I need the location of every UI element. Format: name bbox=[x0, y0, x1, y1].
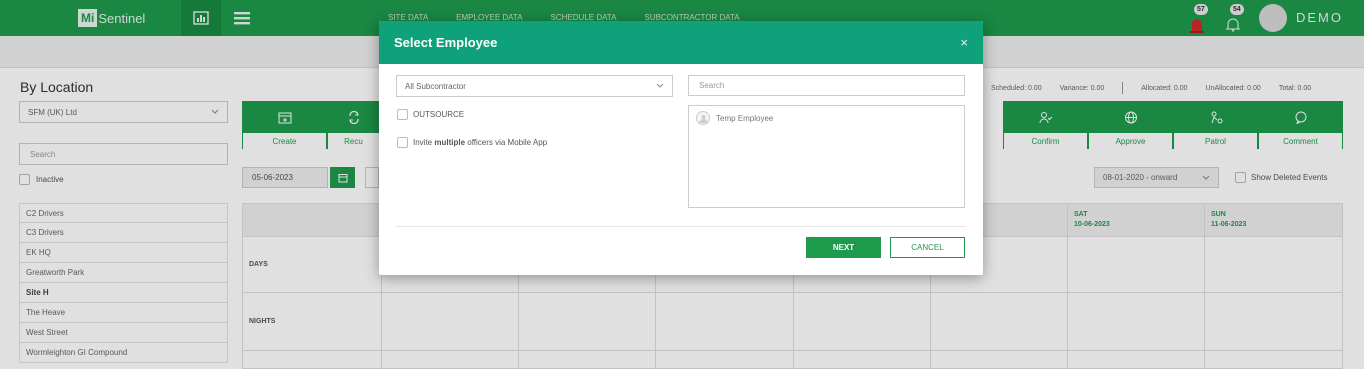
invite-label: Invite multiple officers via Mobile App bbox=[413, 138, 548, 147]
invite-option[interactable]: Invite multiple officers via Mobile App bbox=[397, 137, 547, 148]
subcontractor-select-value: All Subcontractor bbox=[405, 81, 466, 91]
cancel-button[interactable]: CANCEL bbox=[890, 237, 965, 258]
outsource-label: OUTSOURCE bbox=[413, 110, 465, 119]
user-icon bbox=[699, 114, 707, 123]
employee-name: Temp Employee bbox=[716, 113, 774, 123]
outsource-checkbox[interactable] bbox=[397, 109, 408, 120]
outsource-option[interactable]: OUTSOURCE bbox=[397, 109, 464, 120]
select-employee-modal: Select Employee × All Subcontractor Sear… bbox=[379, 21, 983, 275]
next-button[interactable]: NEXT bbox=[806, 237, 881, 258]
employee-search-input[interactable]: Search bbox=[688, 75, 965, 96]
list-item[interactable]: Temp Employee bbox=[689, 106, 964, 130]
modal-title: Select Employee bbox=[394, 35, 498, 50]
employee-list: Temp Employee bbox=[688, 105, 965, 208]
subcontractor-select[interactable]: All Subcontractor bbox=[396, 75, 673, 97]
invite-checkbox[interactable] bbox=[397, 137, 408, 148]
chevron-down-icon bbox=[656, 83, 664, 88]
modal-header: Select Employee × bbox=[379, 21, 983, 64]
avatar bbox=[696, 111, 710, 125]
close-icon[interactable]: × bbox=[960, 35, 968, 50]
modal-divider bbox=[396, 226, 966, 227]
